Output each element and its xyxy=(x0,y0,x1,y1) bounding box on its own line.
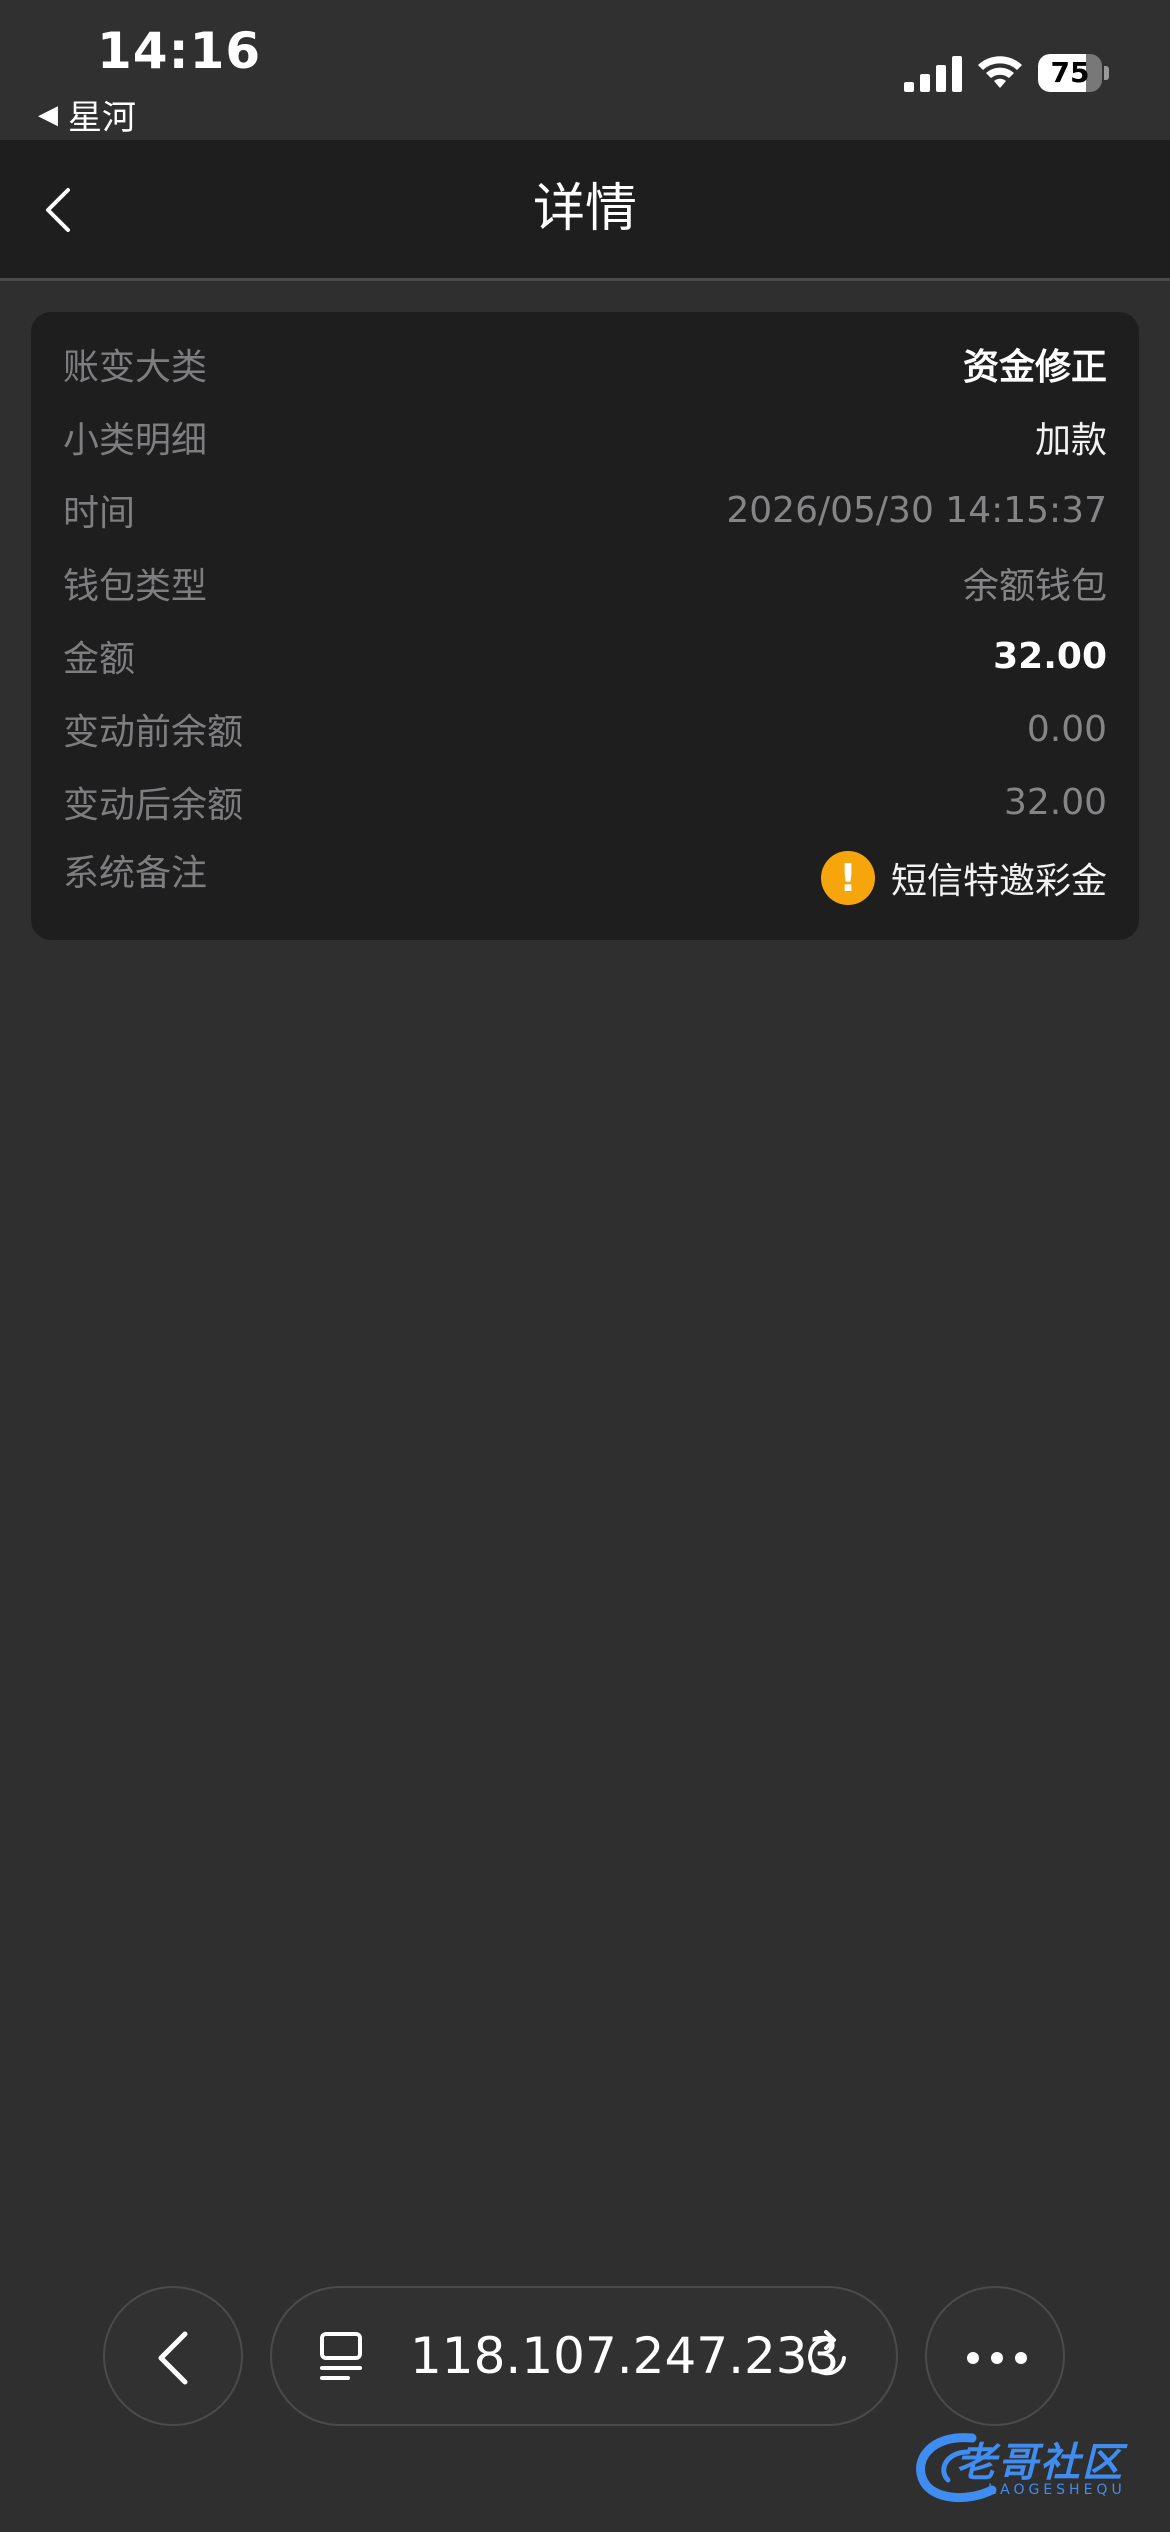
detail-label: 时间 xyxy=(63,493,136,534)
detail-label: 系统备注 xyxy=(63,853,208,894)
address-bar[interactable]: 118.107.247.233 xyxy=(270,2286,898,2426)
detail-row-balance-before: 变动前余额 0.00 xyxy=(63,699,1107,759)
detail-label: 账变大类 xyxy=(63,347,208,388)
detail-value: 资金修正 xyxy=(962,347,1107,388)
detail-label: 钱包类型 xyxy=(63,566,208,607)
more-options-button[interactable] xyxy=(925,2286,1065,2426)
back-app-label: 星河 xyxy=(68,98,136,138)
browser-back-button[interactable] xyxy=(103,2286,243,2426)
battery-indicator: 75 xyxy=(1038,54,1110,92)
watermark-logo: 老哥社区 LAOGESHEQU xyxy=(908,2420,1158,2520)
detail-row-system-note: 系统备注 ! 短信特邀彩金 xyxy=(63,848,1107,908)
back-triangle-icon: ◀ xyxy=(38,99,58,130)
detail-value: 余额钱包 xyxy=(962,566,1107,607)
watermark-text: 老哥社区 xyxy=(956,2440,1124,2486)
detail-row-category: 账变大类 资金修正 xyxy=(63,334,1107,394)
detail-row-subcategory: 小类明细 加款 xyxy=(63,407,1107,467)
detail-label: 变动后余额 xyxy=(63,785,244,826)
status-time: 14:16 xyxy=(97,22,262,80)
url-text: 118.107.247.233 xyxy=(410,2327,840,2385)
detail-value: 32.00 xyxy=(1003,781,1107,823)
detail-row-time: 时间 2026/05/30 14:15:37 xyxy=(63,480,1107,540)
wifi-icon xyxy=(978,56,1022,88)
detail-row-amount: 金额 32.00 xyxy=(63,626,1107,686)
page-menu-icon[interactable] xyxy=(318,2330,368,2384)
nav-header: 详情 xyxy=(0,140,1170,281)
detail-value: 加款 xyxy=(1034,420,1107,461)
back-to-app-link[interactable]: ◀ 星河 xyxy=(38,90,136,139)
detail-row-wallet-type: 钱包类型 余额钱包 xyxy=(63,553,1107,613)
back-chevron-icon xyxy=(158,2331,188,2385)
more-dots-icon xyxy=(967,2352,1027,2364)
detail-label: 变动前余额 xyxy=(63,712,244,753)
battery-level: 75 xyxy=(1050,56,1090,89)
detail-value: 0.00 xyxy=(1026,708,1107,750)
status-bar: 14:16 ◀ 星河 75 xyxy=(0,0,1170,140)
detail-label: 金额 xyxy=(63,639,136,680)
warning-icon: ! xyxy=(820,851,875,905)
watermark-subtext: LAOGESHEQU xyxy=(988,2482,1126,2498)
reload-icon[interactable] xyxy=(800,2328,856,2384)
detail-value: ! 短信特邀彩金 xyxy=(820,851,1107,905)
detail-value: 32.00 xyxy=(993,635,1107,677)
detail-row-balance-after: 变动后余额 32.00 xyxy=(63,772,1107,832)
detail-card: 账变大类 资金修正 小类明细 加款 时间 2026/05/30 14:15:37… xyxy=(31,312,1139,940)
cellular-signal-icon xyxy=(904,56,962,92)
system-note-text: 短信特邀彩金 xyxy=(890,861,1107,902)
page-title: 详情 xyxy=(532,179,637,239)
detail-value: 2026/05/30 14:15:37 xyxy=(726,489,1107,531)
detail-label: 小类明细 xyxy=(63,420,208,461)
